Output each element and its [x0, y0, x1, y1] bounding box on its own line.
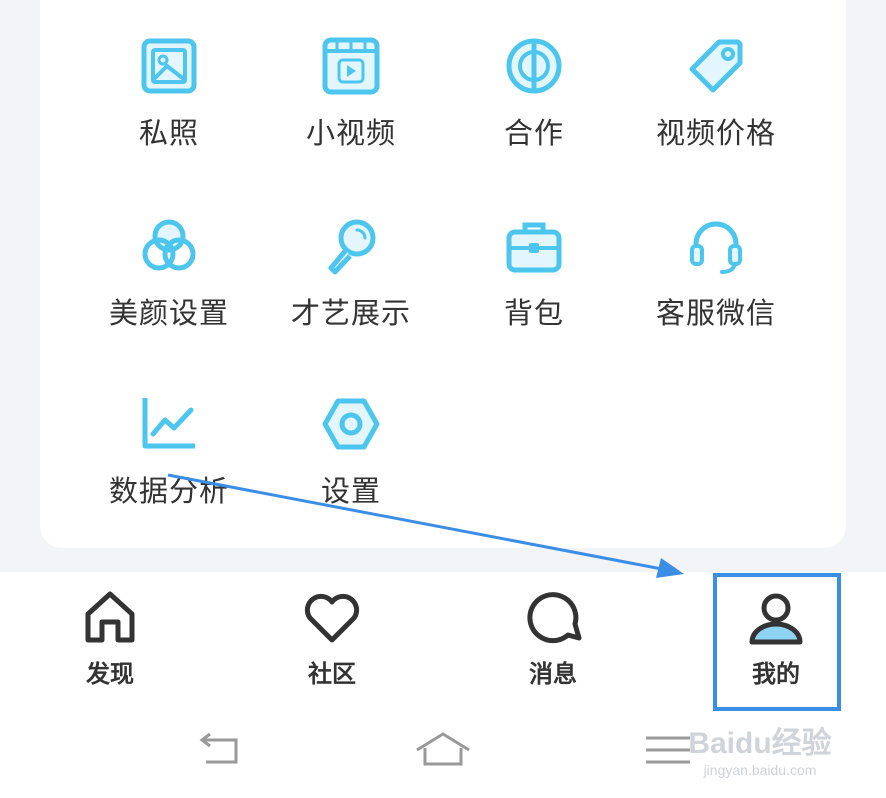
grid-item-label: 数据分析	[108, 474, 229, 508]
tab-messages[interactable]: 消息	[483, 584, 623, 694]
microphone-icon	[321, 216, 381, 276]
grid-item-label: 美颜设置	[108, 296, 229, 330]
highlight-box	[713, 573, 841, 711]
grid-item-settings[interactable]: 设置	[260, 394, 442, 534]
line-chart-icon	[139, 394, 199, 454]
beauty-icon	[139, 216, 199, 276]
grid-item-data-analysis[interactable]: 数据分析	[78, 394, 260, 534]
hexagon-settings-icon	[321, 394, 381, 454]
tab-label: 消息	[529, 660, 577, 688]
home-icon	[80, 588, 140, 648]
grid-item-backpack[interactable]: 背包	[443, 216, 625, 356]
heart-icon	[302, 588, 362, 648]
grid-item-video-price[interactable]: 视频价格	[625, 36, 807, 176]
grid-item-label: 客服微信	[655, 296, 776, 330]
video-icon	[321, 36, 381, 96]
home-nav-icon[interactable]	[413, 726, 473, 776]
grid-item-customer-service-wechat[interactable]: 客服微信	[625, 216, 807, 356]
grid-item-short-video[interactable]: 小视频	[260, 36, 442, 176]
grid-item-label: 合作	[503, 116, 564, 150]
tab-discover[interactable]: 发现	[40, 584, 180, 694]
cooperation-icon	[504, 36, 564, 96]
back-icon[interactable]	[192, 726, 252, 776]
grid-item-label: 才艺展示	[290, 296, 411, 330]
grid-item-label: 设置	[320, 474, 381, 508]
briefcase-icon	[504, 216, 564, 276]
watermark: Baidu经验 jingyan.baidu.com	[680, 718, 840, 788]
tab-label: 社区	[308, 660, 356, 688]
grid-item-label: 小视频	[305, 116, 396, 150]
grid-item-label: 背包	[503, 296, 564, 330]
watermark-url: jingyan.baidu.com	[703, 762, 817, 778]
headset-icon	[686, 216, 746, 276]
grid-item-cooperation[interactable]: 合作	[443, 36, 625, 176]
grid-item-talent-show[interactable]: 才艺展示	[260, 216, 442, 356]
grid-item-private-photo[interactable]: 私照	[78, 36, 260, 176]
tab-community[interactable]: 社区	[262, 584, 402, 694]
grid-item-label: 视频价格	[655, 116, 776, 150]
chat-bubble-icon	[523, 588, 583, 648]
tab-label: 发现	[86, 660, 134, 688]
watermark-brand: Baidu经验	[688, 727, 832, 760]
grid-item-label: 私照	[138, 116, 199, 150]
photo-icon	[139, 36, 199, 96]
feature-card: 私照 小视频 合作 视频价格 美颜设置 才艺展示 背包 客服微信 数据分析 设置	[40, 0, 846, 548]
price-tag-icon	[686, 36, 746, 96]
grid-item-beauty-settings[interactable]: 美颜设置	[78, 216, 260, 356]
